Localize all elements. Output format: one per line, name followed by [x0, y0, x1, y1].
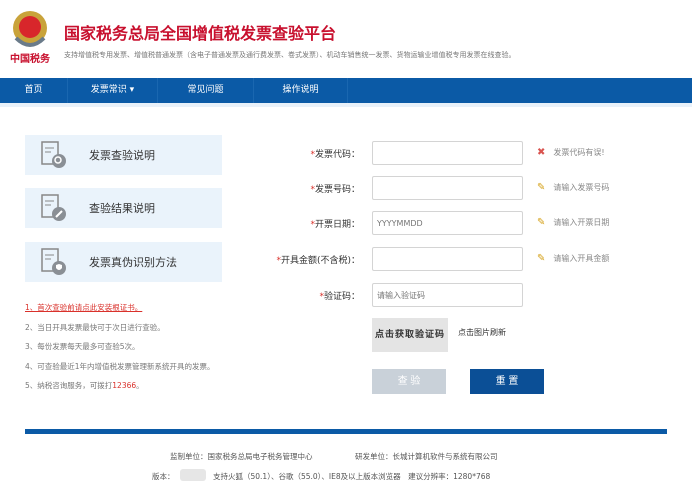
footer-version-label: 版本： [152, 472, 175, 481]
card-label: 发票查验说明 [89, 149, 155, 162]
document-search-icon [41, 141, 66, 168]
notes-list: 1、首次查验前请点此安装根证书。 2、当日开具发票最快可于次日进行查验。 3、每… [25, 298, 215, 396]
note-item: 4、可查验最近1年内增值税发票管理新系统开具的发票。 [25, 361, 215, 371]
refresh-captcha-text: 点击图片刷新 [458, 328, 506, 337]
amount-hint: ✎ 请输入开具金额 [537, 253, 609, 264]
pencil-icon: ✎ [537, 253, 546, 264]
note-text: 。 [136, 381, 144, 390]
label-amount: *开具金额(不含税)： [240, 253, 360, 266]
label-invoice-date: *开票日期： [260, 217, 360, 230]
footer-developer: 研发单位：长城计算机软件与系统有限公司 [355, 452, 498, 461]
invoice-code-input[interactable] [372, 141, 523, 165]
logo-text: 中国税务 [10, 54, 50, 65]
label-captcha: *验证码： [260, 289, 360, 302]
reset-button[interactable]: 重 置 [470, 369, 544, 394]
error-x-icon: ✖ [537, 147, 546, 158]
pencil-icon: ✎ [537, 182, 546, 193]
hint-text: 请输入开具金额 [553, 254, 610, 263]
site-subtitle: 支持增值税专用发票、增值税普通发票（含电子普通发票及通行费发票、卷式发票）、机动… [64, 51, 516, 59]
label-invoice-code: *发票代码： [260, 147, 360, 160]
footer-supervisor: 监制单位：国家税务总局电子税务管理中心 [170, 452, 313, 461]
emblem-logo [13, 11, 47, 47]
nav-instructions[interactable]: 操作说明 [254, 78, 348, 103]
main-nav: 首页 发票常识 ▾ 常见问题 操作说明 [0, 78, 692, 103]
label-text: 发票号码： [314, 185, 360, 195]
check-button[interactable]: 查 验 [372, 369, 446, 394]
invoice-number-hint: ✎ 请输入发票号码 [537, 182, 609, 193]
install-cert-link[interactable]: 1、首次查验前请点此安装根证书。 [25, 298, 215, 318]
note-item: 3、每份发票每天最多可查验5次。 [25, 342, 140, 351]
footer-browser-support: 支持火狐（50.1）、谷歌（55.0）、IE8及以上版本浏览器 建议分辨率：12… [213, 472, 491, 481]
footer-divider [25, 429, 667, 434]
card-label: 发票真伪识别方法 [89, 256, 177, 269]
card-label: 查验结果说明 [89, 202, 155, 215]
document-edit-icon [41, 194, 66, 221]
site-title: 国家税务总局全国增值税发票查验平台 [64, 24, 337, 43]
label-text: 验证码： [323, 292, 360, 302]
invoice-date-hint: ✎ 请输入开票日期 [537, 217, 609, 228]
nav-shadow [0, 103, 692, 107]
label-text: 发票代码： [314, 150, 360, 160]
hint-text: 请输入发票号码 [553, 183, 610, 192]
card-result-explanation[interactable]: 查验结果说明 [25, 188, 222, 228]
label-text: 开票日期： [314, 220, 360, 230]
captcha-image[interactable]: 点击获取验证码 [372, 318, 448, 352]
card-check-instructions[interactable]: 发票查验说明 [25, 135, 222, 175]
note-item: 5、纳税咨询服务，可拨打12366。 [25, 376, 215, 396]
pencil-icon: ✎ [537, 217, 546, 228]
invoice-code-hint: ✖ 发票代码有误! [537, 147, 605, 158]
nav-invoice-knowledge[interactable]: 发票常识 ▾ [68, 78, 158, 103]
version-blurred [180, 469, 206, 481]
hint-text: 发票代码有误! [553, 148, 605, 157]
nav-faq[interactable]: 常见问题 [158, 78, 254, 103]
note-text: 5、纳税咨询服务，可拨打 [25, 381, 113, 390]
label-invoice-number: *发票号码： [260, 182, 360, 195]
card-authenticity-methods[interactable]: 发票真伪识别方法 [25, 242, 222, 282]
nav-home[interactable]: 首页 [0, 78, 68, 103]
captcha-input[interactable] [372, 283, 523, 307]
hotline-number: 12366 [112, 381, 137, 390]
hint-text: 请输入开票日期 [553, 218, 610, 227]
invoice-date-input[interactable] [372, 211, 523, 235]
amount-input[interactable] [372, 247, 523, 271]
invoice-number-input[interactable] [372, 176, 523, 200]
document-shield-icon [41, 248, 66, 275]
label-text: 开具金额(不含税)： [280, 256, 360, 266]
note-item: 2、当日开具发票最快可于次日进行查验。 [25, 322, 165, 332]
